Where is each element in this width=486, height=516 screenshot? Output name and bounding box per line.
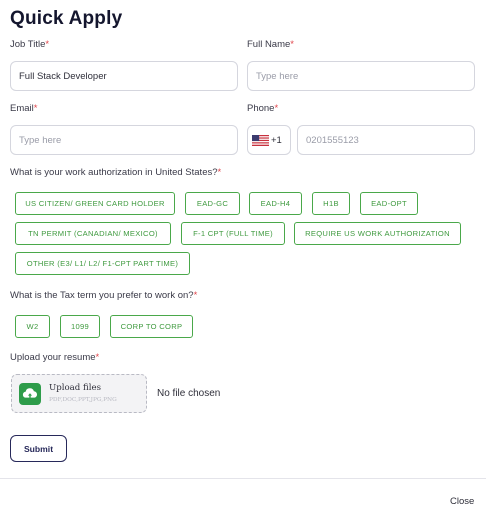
full-name-placeholder: Type here bbox=[256, 70, 299, 82]
footer-divider bbox=[0, 478, 486, 479]
full-name-label: Full Name* bbox=[247, 39, 294, 50]
auth-option-ead-gc[interactable]: EAD-GC bbox=[185, 192, 240, 215]
email-input[interactable]: Type here bbox=[10, 125, 238, 155]
email-placeholder: Type here bbox=[19, 134, 62, 146]
country-code: +1 bbox=[271, 134, 282, 146]
dialog-title: Quick Apply bbox=[10, 8, 123, 29]
cloud-upload-icon bbox=[19, 383, 41, 405]
tax-option-w2[interactable]: W2 bbox=[15, 315, 50, 338]
auth-option-h1b[interactable]: H1B bbox=[312, 192, 350, 215]
phone-label: Phone* bbox=[247, 103, 279, 114]
auth-option-f1-cpt[interactable]: F-1 CPT (FULL TIME) bbox=[181, 222, 285, 245]
email-label: Email* bbox=[10, 103, 38, 114]
auth-option-require-authorization[interactable]: REQUIRE US WORK AUTHORIZATION bbox=[294, 222, 461, 245]
phone-placeholder: 0201555123 bbox=[306, 134, 359, 146]
auth-option-other[interactable]: OTHER (E3/ L1/ L2/ F1-CPT PART TIME) bbox=[15, 252, 190, 275]
upload-title: Upload files bbox=[49, 383, 101, 393]
close-button[interactable]: Close bbox=[450, 496, 474, 507]
auth-option-ead-h4[interactable]: EAD-H4 bbox=[249, 192, 302, 215]
submit-button[interactable]: Submit bbox=[10, 435, 67, 462]
job-title-label: Job Title* bbox=[10, 39, 50, 50]
phone-input[interactable]: 0201555123 bbox=[297, 125, 475, 155]
file-status: No file chosen bbox=[157, 388, 221, 399]
tax-option-corp-to-corp[interactable]: CORP TO CORP bbox=[110, 315, 193, 338]
work-authorization-question: What is your work authorization in Unite… bbox=[10, 167, 222, 178]
us-flag-icon bbox=[252, 134, 269, 146]
auth-option-us-citizen[interactable]: US CITIZEN/ GREEN CARD HOLDER bbox=[15, 192, 175, 215]
tax-option-1099[interactable]: 1099 bbox=[60, 315, 100, 338]
full-name-input[interactable]: Type here bbox=[247, 61, 475, 91]
job-title-input[interactable]: Full Stack Developer bbox=[10, 61, 238, 91]
auth-option-tn-permit[interactable]: TN PERMIT (CANADIAN/ MEXICO) bbox=[15, 222, 171, 245]
resume-upload-dropzone[interactable]: Upload files PDF,DOC,PPT,JPG,PNG bbox=[11, 374, 147, 413]
auth-option-ead-opt[interactable]: EAD-OPT bbox=[360, 192, 418, 215]
resume-label: Upload your resume* bbox=[10, 352, 100, 363]
country-code-select[interactable]: +1 bbox=[247, 125, 291, 155]
tax-term-question: What is the Tax term you prefer to work … bbox=[10, 290, 198, 301]
job-title-value: Full Stack Developer bbox=[19, 70, 107, 82]
upload-file-types: PDF,DOC,PPT,JPG,PNG bbox=[49, 397, 117, 403]
